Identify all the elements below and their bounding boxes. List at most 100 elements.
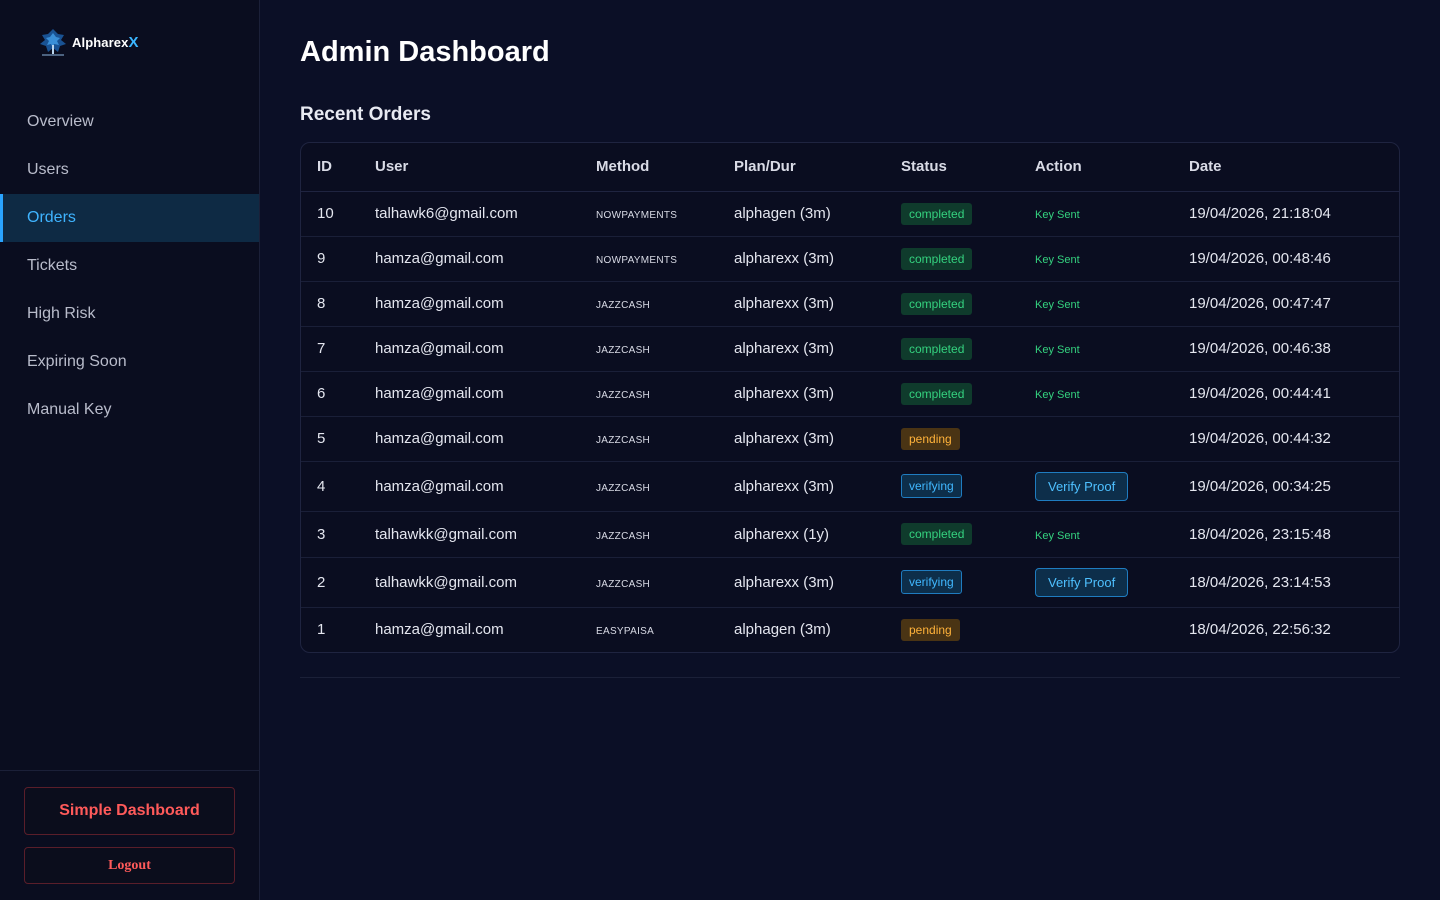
cell-date: 18/04/2026, 23:14:53 (1189, 557, 1399, 608)
cell-method: NOWPAYMENTS (596, 236, 734, 282)
cell-date: 19/04/2026, 00:47:47 (1189, 281, 1399, 327)
table-row[interactable]: 2 talhawkk@gmail.com JAZZCASH alpharexx (3m… (301, 557, 1399, 608)
column-header-id[interactable]: ID (301, 143, 375, 192)
cell-date: 19/04/2026, 00:44:32 (1189, 416, 1399, 462)
simple-dashboard-button[interactable]: Simple Dashboard (24, 787, 235, 835)
table-row[interactable]: 1 hamza@gmail.com EASYPAISA alphagen (3m) pe… (301, 607, 1399, 652)
order-plan: alpharexx (3m) (734, 430, 835, 447)
cell-method: JAZZCASH (596, 461, 734, 512)
order-user-email: hamza@gmail.com (375, 430, 504, 447)
sidebar-item-overview[interactable]: Overview (0, 98, 259, 146)
sidebar-item-users[interactable]: Users (0, 146, 259, 194)
cell-date: 18/04/2026, 23:15:48 (1189, 511, 1399, 558)
order-user-email: hamza@gmail.com (375, 621, 504, 639)
sidebar-item-high-risk[interactable]: High Risk (0, 290, 259, 338)
sidebar-nav: Overview Users Orders Tickets High Risk … (0, 98, 259, 434)
order-plan: alpharexx (3m) (734, 340, 835, 357)
cell-method: JAZZCASH (596, 371, 734, 417)
status-badge: verifying (901, 474, 962, 498)
cell-method: JAZZCASH (596, 281, 734, 327)
table-row[interactable]: 4 hamza@gmail.com JAZZCASH alpharexx (3m) ve… (301, 461, 1399, 512)
table-row[interactable]: 9 hamza@gmail.com NOWPAYMENTS alpharexx (3m… (301, 236, 1399, 282)
sidebar-item-orders[interactable]: Orders (0, 194, 259, 242)
cell-id: 3 (301, 511, 375, 558)
table-row[interactable]: 6 hamza@gmail.com JAZZCASH alpharexx (3m) co… (301, 371, 1399, 417)
order-id: 4 (317, 477, 326, 495)
cell-action (1035, 607, 1189, 652)
key-sent-label: Key Sent (1035, 389, 1080, 401)
table-row[interactable]: 8 hamza@gmail.com JAZZCASH alpharexx (3m) co… (301, 281, 1399, 327)
cell-user: talhawkk@gmail.com (375, 557, 596, 608)
order-user-email: talhawk6@gmail.com (375, 205, 518, 222)
cell-status: verifying (901, 461, 1035, 512)
cell-action (1035, 416, 1189, 462)
cell-user: hamza@gmail.com (375, 371, 596, 417)
status-badge: completed (901, 382, 973, 405)
verify-proof-button[interactable]: Verify Proof (1035, 471, 1129, 501)
column-header-date[interactable]: Date (1189, 143, 1399, 192)
orders-table-container: ID User Method Plan/Dur Status Action Da… (300, 142, 1400, 653)
main-content: Admin Dashboard Recent Orders ID User Me… (260, 0, 1440, 900)
column-header-action[interactable]: Action (1035, 143, 1189, 192)
order-plan: alpharexx (3m) (734, 295, 835, 312)
cell-action: Key Sent (1035, 281, 1189, 327)
cell-method: EASYPAISA (596, 607, 734, 652)
cell-user: hamza@gmail.com (375, 607, 596, 652)
table-row[interactable]: 5 hamza@gmail.com JAZZCASH alpharexx (3m) pe… (301, 416, 1399, 462)
cell-status: completed (901, 371, 1035, 417)
order-payment-method: JAZZCASH (596, 390, 651, 401)
order-plan: alpharexx (3m) (734, 477, 835, 495)
order-id: 8 (317, 295, 326, 312)
status-badge: completed (901, 292, 973, 315)
order-plan: alpharexx (1y) (734, 525, 830, 543)
table-row[interactable]: 10 talhawk6@gmail.com NOWPAYMENTS alphagen … (301, 191, 1399, 237)
cell-status: completed (901, 281, 1035, 327)
cell-plan: alpharexx (3m) (734, 326, 901, 372)
cell-date: 19/04/2026, 21:18:04 (1189, 191, 1399, 237)
cell-user: hamza@gmail.com (375, 416, 596, 462)
status-badge: completed (901, 247, 973, 270)
order-id: 6 (317, 385, 326, 402)
cell-id: 1 (301, 607, 375, 652)
cell-user: hamza@gmail.com (375, 461, 596, 512)
verify-proof-button[interactable]: Verify Proof (1035, 567, 1129, 597)
cell-action: Key Sent (1035, 326, 1189, 372)
order-id: 10 (317, 205, 334, 222)
order-payment-method: JAZZCASH (596, 482, 651, 494)
status-badge: pending (901, 427, 960, 450)
table-row[interactable]: 7 hamza@gmail.com JAZZCASH alpharexx (3m) co… (301, 326, 1399, 372)
sidebar: AlpharexX Overview Users Orders Tickets … (0, 0, 260, 900)
brand-logo[interactable]: AlpharexX (36, 24, 139, 60)
order-user-email: hamza@gmail.com (375, 477, 504, 495)
logout-button[interactable]: Logout (24, 847, 235, 884)
order-id: 5 (317, 430, 326, 447)
cell-action: Key Sent (1035, 236, 1189, 282)
cell-plan: alpharexx (3m) (734, 236, 901, 282)
cell-user: hamza@gmail.com (375, 326, 596, 372)
sidebar-item-manual-key[interactable]: Manual Key (0, 386, 259, 434)
order-id: 1 (317, 621, 326, 639)
cell-plan: alpharexx (1y) (734, 511, 901, 558)
column-header-user[interactable]: User (375, 143, 596, 192)
cell-status: completed (901, 326, 1035, 372)
table-row[interactable]: 3 talhawkk@gmail.com JAZZCASH alpharexx (1y… (301, 511, 1399, 558)
sidebar-item-expiring-soon[interactable]: Expiring Soon (0, 338, 259, 386)
order-date: 19/04/2026, 21:18:04 (1189, 205, 1331, 222)
order-id: 2 (317, 573, 326, 591)
column-header-method[interactable]: Method (596, 143, 734, 192)
page-title: Admin Dashboard (300, 36, 550, 68)
column-header-status[interactable]: Status (901, 143, 1035, 192)
sidebar-item-tickets[interactable]: Tickets (0, 242, 259, 290)
order-payment-method: NOWPAYMENTS (596, 255, 678, 266)
column-header-plan[interactable]: Plan/Dur (734, 143, 901, 192)
cell-id: 6 (301, 371, 375, 417)
order-date: 19/04/2026, 00:46:38 (1189, 340, 1331, 357)
cell-plan: alpharexx (3m) (734, 416, 901, 462)
order-date: 19/04/2026, 00:48:46 (1189, 250, 1331, 267)
order-user-email: talhawkk@gmail.com (375, 525, 517, 543)
cell-status: completed (901, 236, 1035, 282)
status-badge: verifying (901, 570, 962, 594)
order-plan: alpharexx (3m) (734, 573, 835, 591)
cell-id: 4 (301, 461, 375, 512)
cell-status: completed (901, 191, 1035, 237)
